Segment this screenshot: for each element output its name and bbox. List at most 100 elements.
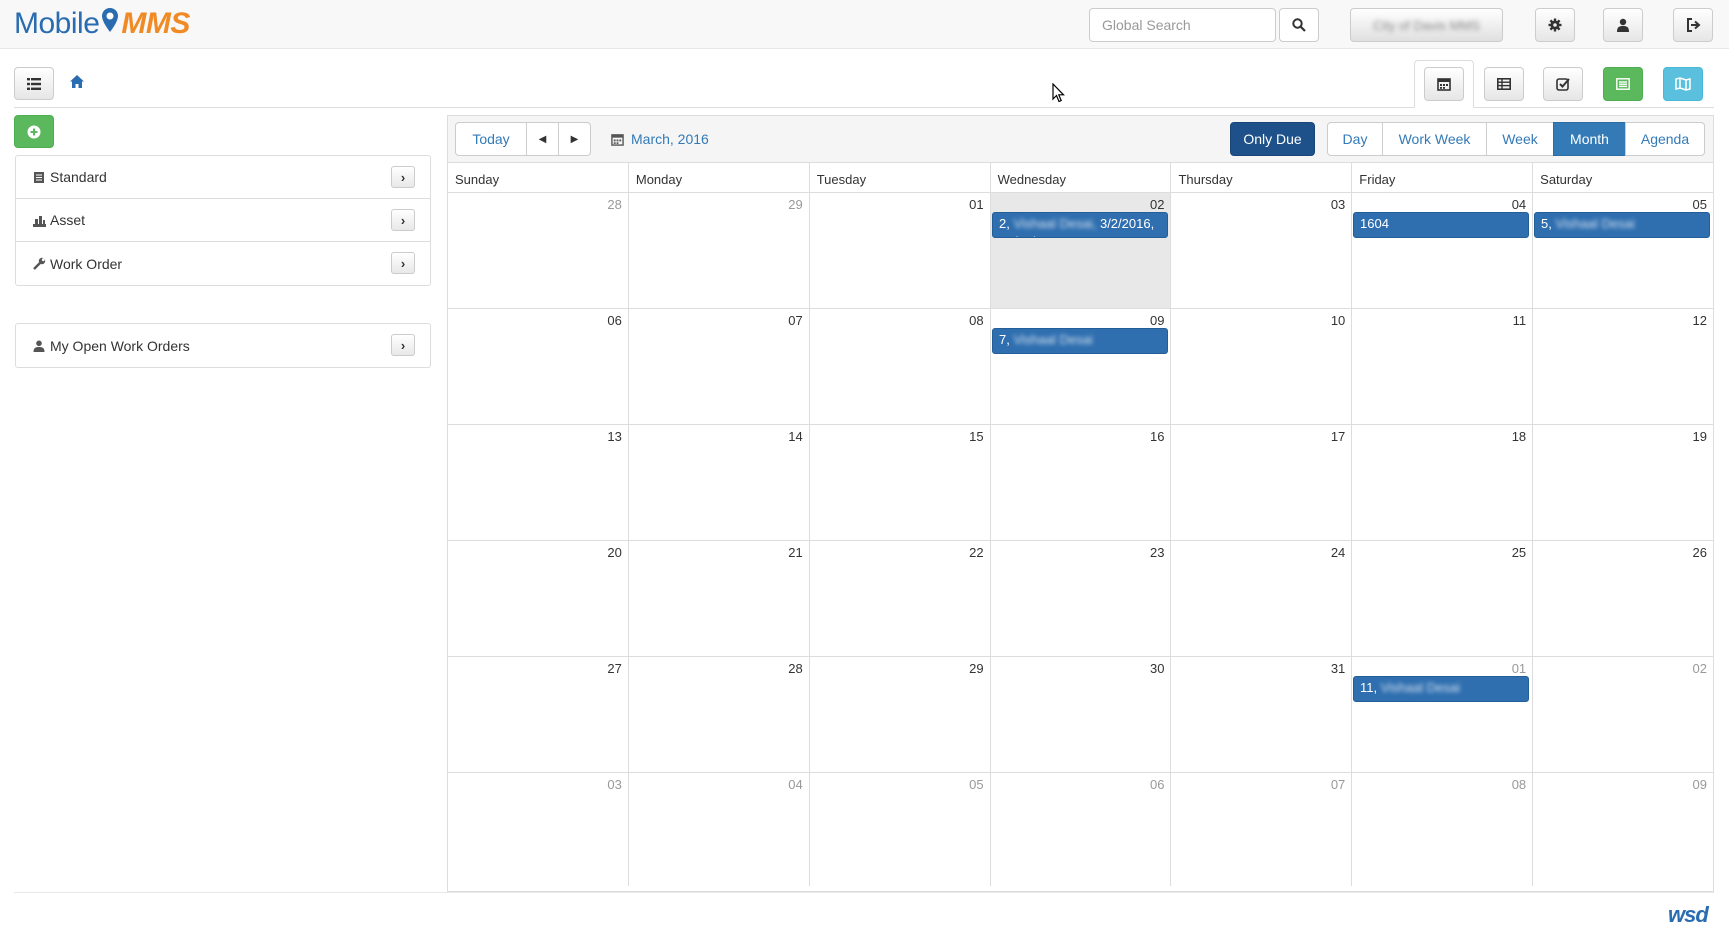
day-cell[interactable]: 23 — [989, 541, 1171, 656]
calendar-event[interactable]: 11, Vishaal Desai — [1353, 676, 1529, 702]
sidebar-item-standard[interactable]: Standard › — [16, 156, 430, 199]
only-due-button[interactable]: Only Due — [1230, 122, 1315, 156]
view-week-button[interactable]: Week — [1486, 122, 1554, 156]
day-cell[interactable]: 07 — [1170, 773, 1351, 886]
day-cell[interactable]: 20 — [448, 541, 628, 656]
menu-toggle-button[interactable] — [14, 67, 54, 100]
tasks-view-button[interactable] — [1543, 67, 1583, 101]
day-number: 06 — [607, 313, 622, 328]
day-number: 07 — [1330, 777, 1346, 792]
calendar-week: 03 04 05 06 07 08 09 — [448, 773, 1713, 886]
day-cell[interactable]: 24 — [1170, 541, 1351, 656]
day-number: 17 — [1330, 429, 1346, 444]
wrench-icon — [32, 257, 46, 271]
calendar-event[interactable]: 5, Vishaal Desai — [1534, 212, 1710, 238]
day-cell[interactable]: 28 — [627, 657, 809, 772]
day-cell[interactable]: 19 — [1532, 425, 1713, 540]
month-picker[interactable]: March, 2016 — [611, 122, 709, 156]
day-cell[interactable]: 27 — [448, 657, 628, 772]
day-cell[interactable]: 01 — [808, 193, 990, 308]
prev-month-button[interactable]: ◀ — [526, 122, 559, 156]
day-cell[interactable]: 30 — [989, 657, 1171, 772]
calendar-event[interactable]: 1604 — [1353, 212, 1529, 238]
calendar-icon — [611, 133, 624, 146]
add-button[interactable] — [14, 115, 54, 148]
weekday-label: Wednesday — [989, 163, 1171, 192]
day-cell[interactable]: 02 — [1532, 657, 1713, 772]
day-cell[interactable]: 29 — [808, 657, 990, 772]
day-cell[interactable]: 09 — [989, 309, 1171, 424]
next-month-button[interactable]: ▶ — [558, 122, 591, 156]
day-cell[interactable]: 06 — [448, 309, 628, 424]
day-number: 01 — [969, 197, 984, 212]
day-number: 12 — [1692, 313, 1708, 328]
day-cell[interactable]: 16 — [989, 425, 1171, 540]
logout-button[interactable] — [1673, 8, 1713, 42]
day-cell[interactable]: 18 — [1351, 425, 1532, 540]
weekday-label: Tuesday — [808, 163, 990, 192]
settings-button[interactable] — [1535, 8, 1575, 42]
day-cell[interactable]: 08 — [808, 309, 990, 424]
day-cell[interactable]: 25 — [1351, 541, 1532, 656]
event-id: 7, — [999, 332, 1010, 347]
day-cell[interactable]: 10 — [1170, 309, 1351, 424]
global-search-input[interactable] — [1089, 8, 1276, 42]
day-cell[interactable]: 03 — [1170, 193, 1351, 308]
day-cell[interactable]: 29 — [627, 193, 809, 308]
today-button[interactable]: Today — [455, 122, 527, 156]
day-cell[interactable]: 04 — [1351, 193, 1532, 308]
day-cell[interactable]: 14 — [627, 425, 809, 540]
day-cell[interactable]: 31 — [1170, 657, 1351, 772]
day-cell[interactable]: 15 — [808, 425, 990, 540]
day-cell[interactable]: 28 — [448, 193, 628, 308]
day-cell[interactable]: 03 — [448, 773, 628, 886]
day-cell[interactable]: 17 — [1170, 425, 1351, 540]
home-link[interactable] — [69, 74, 85, 92]
calendar-view-button[interactable] — [1424, 67, 1464, 101]
day-cell[interactable]: 05 — [808, 773, 990, 886]
day-cell[interactable]: 07 — [627, 309, 809, 424]
day-cell[interactable]: 13 — [448, 425, 628, 540]
sidebar-item-work-order[interactable]: Work Order › — [16, 242, 430, 285]
sidebar-item-asset[interactable]: Asset › — [16, 199, 430, 242]
day-cell[interactable]: 11 — [1351, 309, 1532, 424]
view-work-week-button[interactable]: Work Week — [1382, 122, 1487, 156]
day-cell[interactable]: 09 — [1532, 773, 1713, 886]
logo-mobile: Mobile — [14, 7, 100, 40]
day-cell[interactable]: 21 — [627, 541, 809, 656]
table-view-button[interactable] — [1484, 67, 1524, 101]
day-cell[interactable]: 12 — [1532, 309, 1713, 424]
event-id: 1604 — [1360, 216, 1389, 231]
chevron-right-icon[interactable]: › — [391, 334, 415, 356]
caret-left-icon: ◀ — [538, 133, 547, 145]
calendar-event[interactable]: 7, Vishaal Desai — [992, 328, 1168, 354]
day-cell[interactable]: 06 — [989, 773, 1171, 886]
calendar-event[interactable]: 2, Vishaal Desai, 3/2/2016, owiaoinaa — [992, 212, 1168, 238]
day-number: 02 — [1149, 197, 1165, 212]
day-cell[interactable]: 26 — [1532, 541, 1713, 656]
chevron-right-icon[interactable]: › — [391, 252, 415, 274]
day-cell[interactable]: 04 — [627, 773, 809, 886]
view-agenda-button[interactable]: Agenda — [1625, 122, 1705, 156]
view-month-button[interactable]: Month — [1553, 122, 1626, 156]
org-selector[interactable]: City of Davis MMS — [1350, 8, 1503, 42]
day-number: 28 — [788, 661, 803, 676]
search-button[interactable] — [1279, 8, 1319, 42]
app-logo[interactable]: Mobile MMS — [14, 6, 190, 42]
gear-icon — [1548, 18, 1562, 32]
user-icon — [32, 339, 46, 353]
view-day-button[interactable]: Day — [1327, 122, 1383, 156]
day-cell[interactable]: 05 — [1532, 193, 1713, 308]
day-cell[interactable]: 08 — [1351, 773, 1532, 886]
day-cell[interactable]: 01 — [1351, 657, 1532, 772]
chevron-right-icon[interactable]: › — [391, 166, 415, 188]
chevron-right-icon[interactable]: › — [391, 209, 415, 231]
list-view-button[interactable] — [1603, 67, 1643, 101]
weekday-label: Monday — [627, 163, 809, 192]
map-view-button[interactable] — [1663, 67, 1703, 101]
day-cell[interactable]: 22 — [808, 541, 990, 656]
profile-button[interactable] — [1603, 8, 1643, 42]
sidebar-item-label: My Open Work Orders — [50, 337, 190, 354]
sidebar-item-my-open-work-orders[interactable]: My Open Work Orders › — [16, 324, 430, 367]
day-cell-today[interactable]: 02 — [989, 193, 1171, 308]
